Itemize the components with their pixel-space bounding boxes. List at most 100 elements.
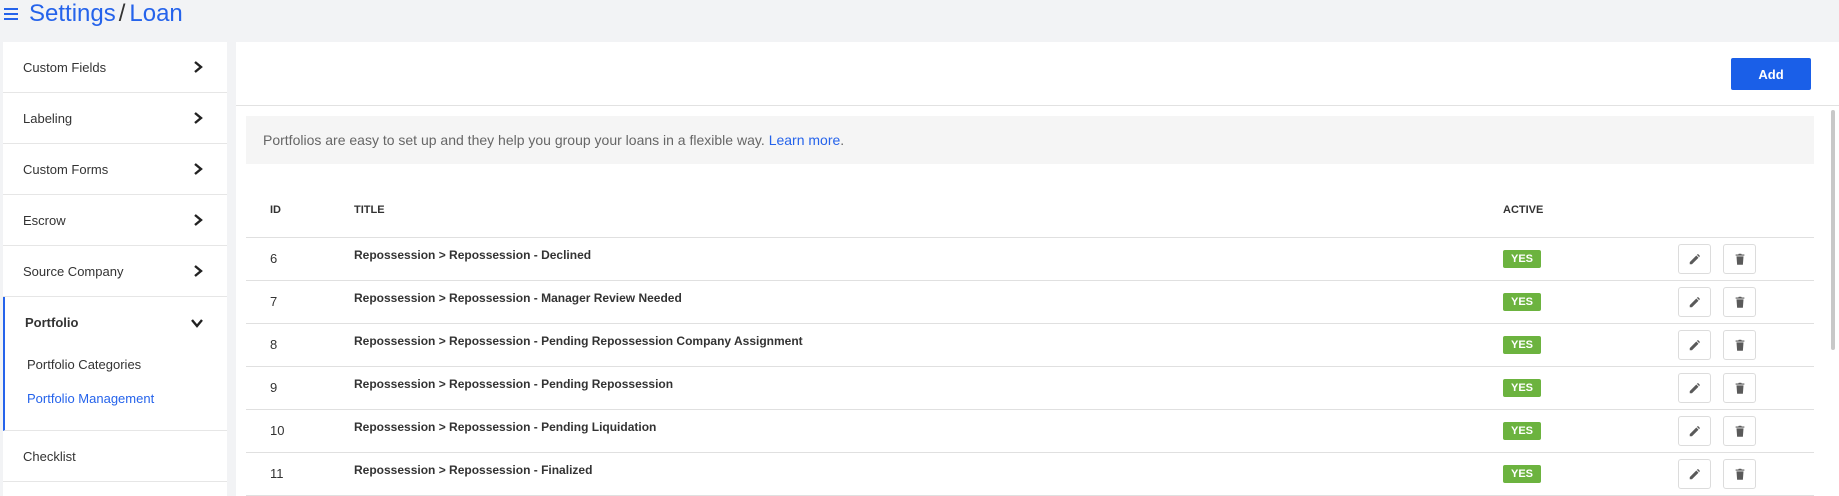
- pencil-icon: [1688, 295, 1702, 309]
- row-title: Repossession > Repossession - Manager Re…: [354, 291, 682, 305]
- learn-more-link[interactable]: Learn more: [769, 132, 841, 148]
- delete-button[interactable]: [1723, 243, 1756, 274]
- sidebar: Custom Fields Labeling Custom Forms Escr…: [3, 42, 227, 496]
- toolbar: Add: [236, 42, 1839, 106]
- status-badge: YES: [1503, 378, 1542, 397]
- table-row: 10 Repossession > Repossession - Pending …: [246, 409, 1814, 453]
- chevron-down-icon: [191, 318, 203, 328]
- cell-active: YES: [1503, 323, 1678, 367]
- table-row: 9 Repossession > Repossession - Pending R…: [246, 366, 1814, 410]
- sidebar-item-labeling[interactable]: Labeling: [3, 93, 227, 144]
- breadcrumb-loan[interactable]: Loan: [129, 0, 182, 28]
- cell-active: YES: [1503, 237, 1678, 281]
- cell-title: Repossession > Repossession - Pending Re…: [354, 366, 1503, 410]
- cell-actions: [1678, 237, 1814, 281]
- info-suffix: .: [840, 132, 845, 148]
- status-badge: YES: [1503, 249, 1542, 268]
- cell-id: 9: [246, 366, 354, 410]
- row-title: Repossession > Repossession - Declined: [354, 248, 592, 262]
- add-button[interactable]: Add: [1731, 58, 1811, 90]
- delete-button[interactable]: [1723, 286, 1756, 317]
- pencil-icon: [1688, 467, 1702, 481]
- status-badge: YES: [1503, 421, 1542, 440]
- edit-button[interactable]: [1678, 243, 1711, 274]
- main-panel: Add Portfolios are easy to set up and th…: [236, 42, 1839, 496]
- row-title: Repossession > Repossession - Pending Re…: [354, 334, 803, 348]
- table-header-row: ID TITLE ACTIVE: [246, 184, 1814, 238]
- sidebar-item-label: Source Company: [23, 263, 124, 279]
- delete-button[interactable]: [1723, 458, 1756, 489]
- chevron-right-icon: [194, 214, 203, 226]
- sidebar-item-label: Custom Forms: [23, 161, 109, 177]
- cell-active: YES: [1503, 452, 1678, 496]
- edit-button[interactable]: [1678, 372, 1711, 403]
- delete-button[interactable]: [1723, 415, 1756, 446]
- edit-button[interactable]: [1678, 415, 1711, 446]
- sidebar-subitem-portfolio-management[interactable]: Portfolio Management: [5, 382, 227, 416]
- table-row: 6 Repossession > Repossession - Declined Y…: [246, 237, 1814, 281]
- column-header-title[interactable]: TITLE: [354, 184, 1503, 238]
- chevron-right-icon: [194, 61, 203, 73]
- trash-icon: [1733, 295, 1747, 309]
- sidebar-item-label: Custom Fields: [23, 59, 107, 75]
- cell-id: 6: [246, 237, 354, 281]
- cell-id: 11: [246, 452, 354, 496]
- sidebar-item-checklist[interactable]: Checklist: [3, 431, 227, 482]
- cell-title: Repossession > Repossession - Manager Re…: [354, 280, 1503, 324]
- delete-button[interactable]: [1723, 329, 1756, 360]
- pencil-icon: [1688, 424, 1702, 438]
- sidebar-item-portfolio[interactable]: Portfolio: [5, 297, 227, 348]
- cell-actions: [1678, 409, 1814, 453]
- status-badge: YES: [1503, 292, 1542, 311]
- row-title: Repossession > Repossession - Pending Li…: [354, 420, 657, 434]
- delete-button[interactable]: [1723, 372, 1756, 403]
- breadcrumb-separator: /: [118, 0, 126, 27]
- row-title: Repossession > Repossession - Pending Re…: [354, 377, 674, 391]
- sidebar-subitem-portfolio-categories[interactable]: Portfolio Categories: [5, 348, 227, 382]
- sidebar-item-label: Portfolio: [25, 315, 79, 330]
- hamburger-icon[interactable]: [4, 8, 18, 20]
- sidebar-item-custom-forms[interactable]: Custom Forms: [3, 144, 227, 195]
- portfolio-table: ID TITLE ACTIVE 6 Repossession > Reposses…: [246, 184, 1814, 496]
- sidebar-item-escrow[interactable]: Escrow: [3, 195, 227, 246]
- table-row: 11 Repossession > Repossession - Finalize…: [246, 452, 1814, 496]
- pencil-icon: [1688, 252, 1702, 266]
- sidebar-item-custom-fields[interactable]: Custom Fields: [3, 42, 227, 93]
- sidebar-item-label: Escrow: [23, 212, 66, 228]
- sidebar-group-portfolio: Portfolio Portfolio Categories Portfolio…: [3, 297, 227, 431]
- cell-actions: [1678, 280, 1814, 324]
- trash-icon: [1733, 424, 1747, 438]
- cell-id: 8: [246, 323, 354, 367]
- status-badge: YES: [1503, 335, 1542, 354]
- sidebar-item-source-company[interactable]: Source Company: [3, 246, 227, 297]
- column-header-actions: [1678, 184, 1814, 238]
- cell-title: Repossession > Repossession - Pending Re…: [354, 323, 1503, 367]
- breadcrumb-settings[interactable]: Settings: [29, 0, 116, 28]
- vertical-scrollbar[interactable]: [1831, 110, 1835, 350]
- table-row: 8 Repossession > Repossession - Pending R…: [246, 323, 1814, 367]
- cell-id: 7: [246, 280, 354, 324]
- table-row: 7 Repossession > Repossession - Manager R…: [246, 280, 1814, 324]
- sidebar-item-label: Labeling: [23, 110, 73, 126]
- trash-icon: [1733, 381, 1747, 395]
- info-text: Portfolios are easy to set up and they h…: [263, 132, 765, 148]
- cell-actions: [1678, 452, 1814, 496]
- cell-title: Repossession > Repossession - Finalized: [354, 452, 1503, 496]
- column-header-active[interactable]: ACTIVE: [1503, 184, 1678, 238]
- column-header-id[interactable]: ID: [246, 184, 354, 238]
- cell-active: YES: [1503, 280, 1678, 324]
- breadcrumb: Settings / Loan: [0, 0, 183, 28]
- trash-icon: [1733, 467, 1747, 481]
- cell-title: Repossession > Repossession - Pending Li…: [354, 409, 1503, 453]
- pencil-icon: [1688, 338, 1702, 352]
- chevron-right-icon: [194, 112, 203, 124]
- edit-button[interactable]: [1678, 286, 1711, 317]
- trash-icon: [1733, 252, 1747, 266]
- edit-button[interactable]: [1678, 329, 1711, 360]
- sidebar-item-label: Checklist: [23, 448, 76, 464]
- cell-actions: [1678, 366, 1814, 410]
- cell-active: YES: [1503, 409, 1678, 453]
- edit-button[interactable]: [1678, 458, 1711, 489]
- cell-title: Repossession > Repossession - Declined: [354, 237, 1503, 281]
- cell-id: 10: [246, 409, 354, 453]
